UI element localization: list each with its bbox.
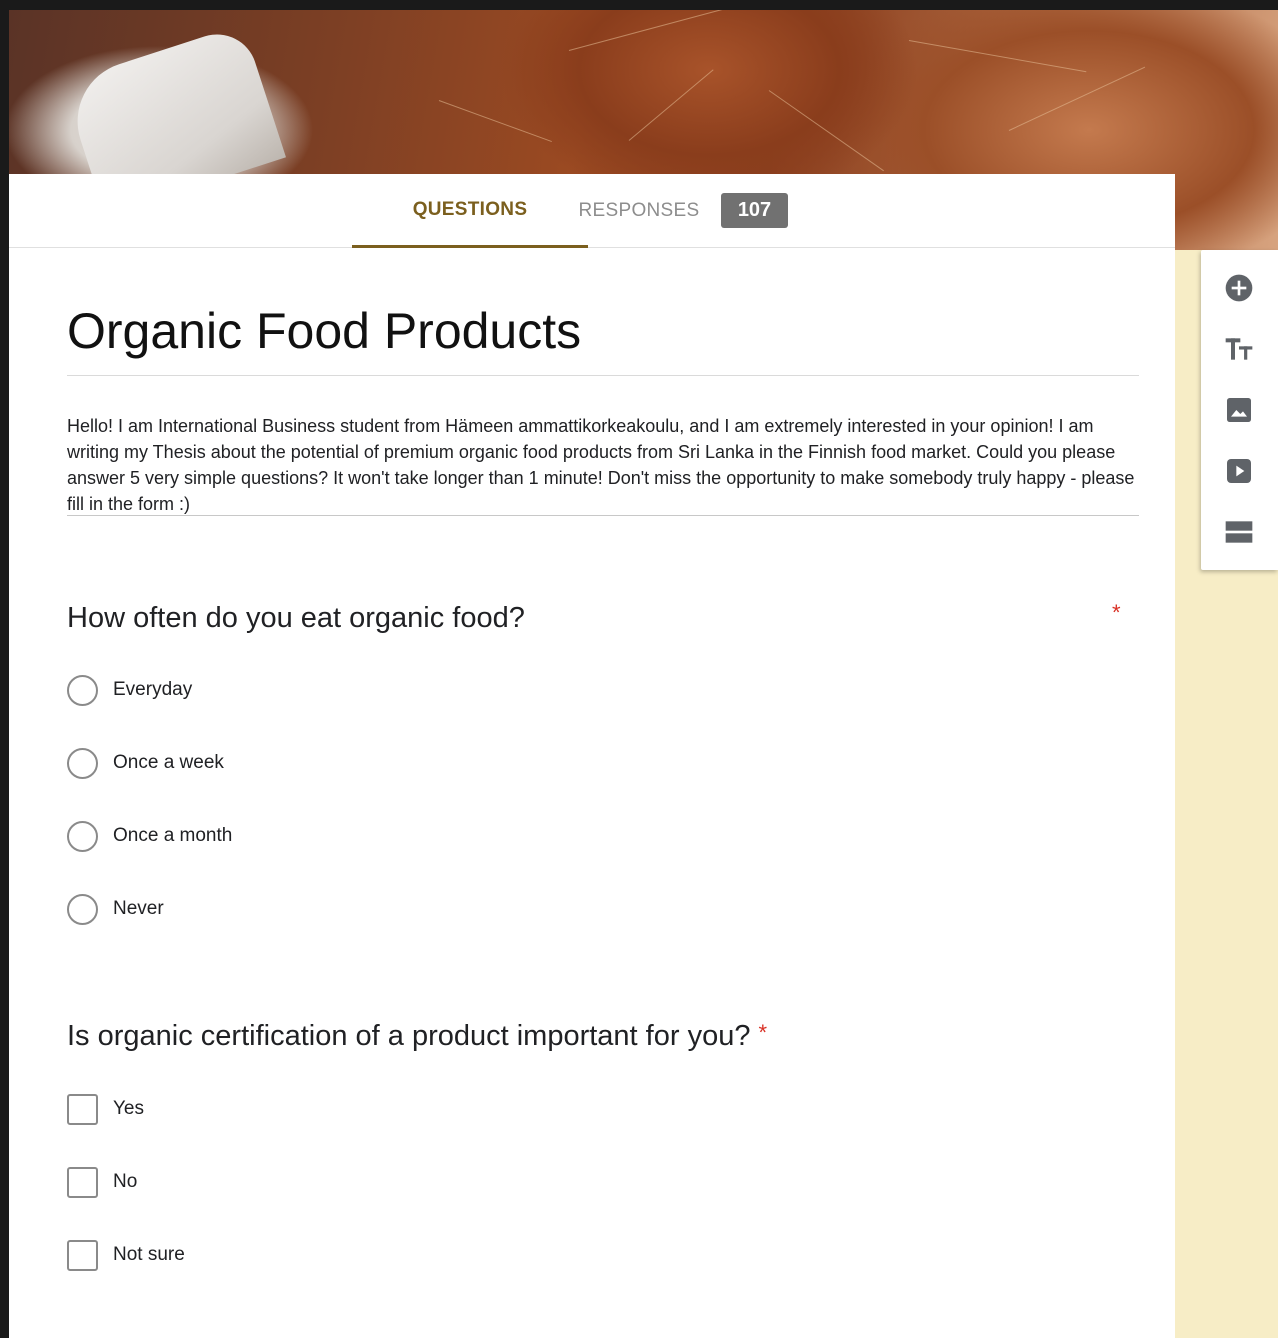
title-divider: [67, 375, 1139, 376]
tab-questions[interactable]: QUESTIONS: [352, 174, 588, 248]
radio-option[interactable]: Everyday: [67, 674, 192, 706]
required-asterisk: *: [1112, 600, 1121, 625]
coconut-fiber: [1008, 66, 1146, 131]
radio-option[interactable]: Once a month: [67, 820, 232, 852]
option-label: Yes: [113, 1098, 144, 1119]
coconut-fiber: [628, 69, 714, 141]
checkbox-option[interactable]: No: [67, 1166, 137, 1198]
required-asterisk: *: [758, 1020, 768, 1045]
coconut-fiber: [438, 100, 552, 143]
description-divider: [67, 515, 1139, 516]
option-label: Everyday: [113, 679, 193, 700]
radio-circle-icon[interactable]: [67, 820, 98, 852]
add-title-button[interactable]: [1219, 329, 1259, 369]
question-title[interactable]: How often do you eat organic food?: [67, 602, 525, 635]
radio-circle-icon[interactable]: [67, 893, 98, 925]
radio-option[interactable]: Once a week: [67, 747, 224, 779]
radio-circle-icon[interactable]: [67, 747, 98, 779]
add-image-icon: [1227, 398, 1251, 422]
checkbox-square-icon[interactable]: [67, 1166, 98, 1198]
add-section-icon: [1225, 521, 1253, 543]
coconut-fiber: [908, 40, 1087, 73]
tab-questions-label: QUESTIONS: [412, 198, 528, 220]
floating-toolbar: [1201, 250, 1278, 570]
tab-responses-label: RESPONSES: [578, 200, 700, 221]
question-title[interactable]: Is organic certification of a product im…: [67, 1020, 767, 1053]
question-text: How often do you eat organic food?: [67, 602, 525, 634]
question-text: Is organic certification of a product im…: [67, 1020, 751, 1052]
option-label: Once a month: [113, 825, 233, 846]
add-section-button[interactable]: [1219, 512, 1259, 552]
add-video-button[interactable]: [1219, 451, 1259, 491]
option-label: Once a week: [113, 752, 224, 773]
checkbox-square-icon[interactable]: [67, 1239, 98, 1271]
add-video-icon: [1227, 459, 1251, 483]
option-label: Not sure: [113, 1244, 185, 1265]
coconut-fiber: [568, 8, 724, 51]
responses-count-badge: 107: [721, 193, 788, 228]
add-question-icon: [1225, 274, 1253, 302]
checkbox-square-icon[interactable]: [67, 1093, 98, 1125]
form-editor-card: QUESTIONS RESPONSES 107 Organic Food Pro…: [9, 174, 1175, 1338]
tab-responses[interactable]: RESPONSES: [569, 174, 709, 248]
option-label: No: [113, 1171, 138, 1192]
add-title-icon: [1225, 338, 1253, 360]
form-title[interactable]: Organic Food Products: [67, 302, 581, 360]
form-description[interactable]: Hello! I am International Business stude…: [67, 413, 1145, 517]
add-image-button[interactable]: [1219, 390, 1259, 430]
checkbox-option[interactable]: Yes: [67, 1093, 144, 1125]
option-label: Never: [113, 898, 164, 919]
radio-circle-icon[interactable]: [67, 674, 98, 706]
radio-option[interactable]: Never: [67, 893, 164, 925]
tab-bar: QUESTIONS RESPONSES 107: [9, 174, 1175, 248]
add-question-button[interactable]: [1219, 268, 1259, 308]
checkbox-option[interactable]: Not sure: [67, 1239, 185, 1271]
coconut-fiber: [768, 90, 884, 172]
